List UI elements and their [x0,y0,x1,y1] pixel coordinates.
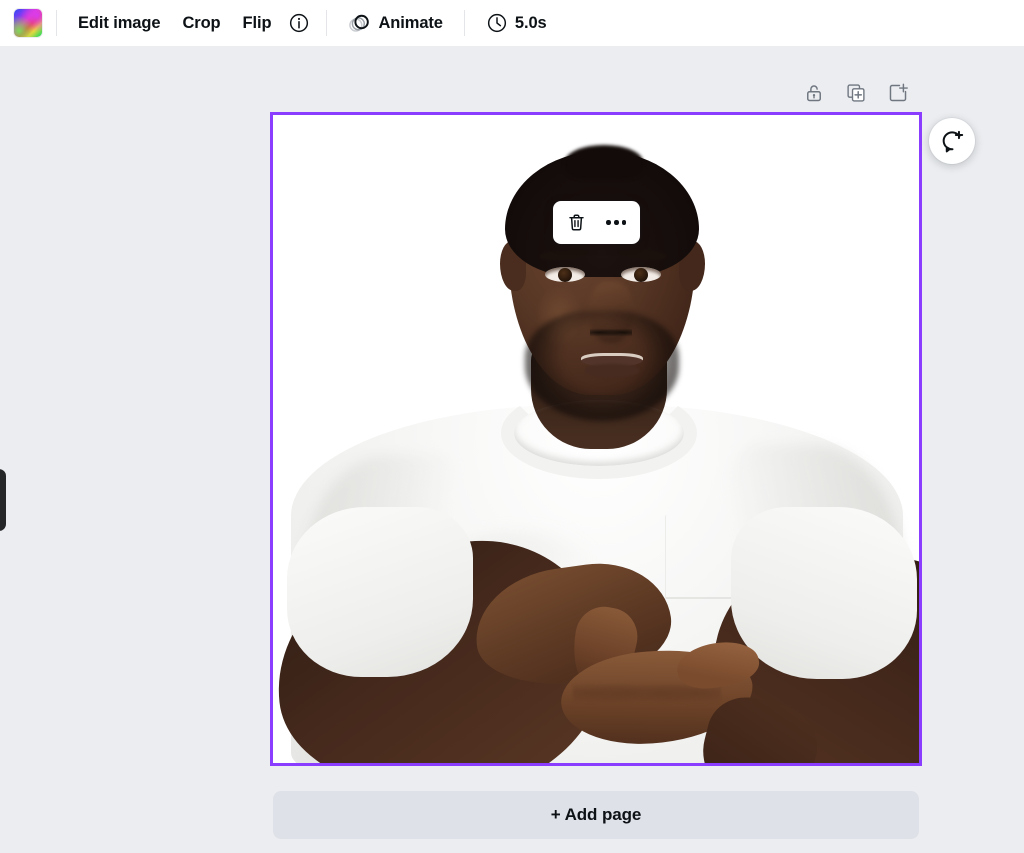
flip-label: Flip [242,13,272,32]
add-comment-button[interactable] [929,118,975,164]
duration-button[interactable]: 5.0s [475,6,558,40]
add-page-button[interactable]: + Add page [273,791,919,839]
duplicate-page-icon [847,84,865,102]
duration-label: 5.0s [514,13,547,32]
color-gradient-thumbnail-icon[interactable] [14,9,42,37]
photo-eye-right [621,267,661,282]
photo-eye-left [545,267,585,282]
collapse-sidebar-handle[interactable] [0,469,6,531]
animate-button[interactable]: Animate [337,6,453,40]
edit-image-label: Edit image [78,13,161,32]
more-options-button[interactable] [600,207,632,239]
info-circle-icon [290,13,309,33]
info-button[interactable] [282,6,316,40]
toolbar-divider-1 [56,10,57,36]
more-options-icon [606,220,627,225]
animate-label: Animate [378,13,443,32]
add-page-icon-button[interactable] [882,77,914,109]
trash-icon [569,214,584,231]
top-toolbar: Edit image Crop Flip Animate 5.0s [0,0,1024,46]
add-page-icon [889,83,908,102]
clock-icon [487,13,506,33]
delete-button[interactable] [561,207,593,239]
crop-button[interactable]: Crop [171,6,231,40]
toolbar-divider-2 [326,10,328,36]
toolbar-divider-3 [463,10,465,36]
unlock-icon [807,85,821,102]
add-comment-icon [942,130,963,152]
flip-button[interactable]: Flip [232,6,283,40]
photo-left-sleeve [287,507,473,677]
edit-image-button[interactable]: Edit image [67,6,171,40]
crop-label: Crop [182,13,221,32]
animate-circles-icon [349,14,370,32]
photo-lower-lip [585,364,639,377]
photo-hair-tuft [565,145,643,179]
element-context-toolbar [553,201,640,244]
lock-page-button[interactable] [798,77,830,109]
page-actions-bar [798,77,914,109]
add-page-button-label: + Add page [550,805,642,824]
editor-workspace: + Add page [0,46,1024,853]
duplicate-page-button[interactable] [840,77,872,109]
photo-right-sleeve [731,507,917,679]
